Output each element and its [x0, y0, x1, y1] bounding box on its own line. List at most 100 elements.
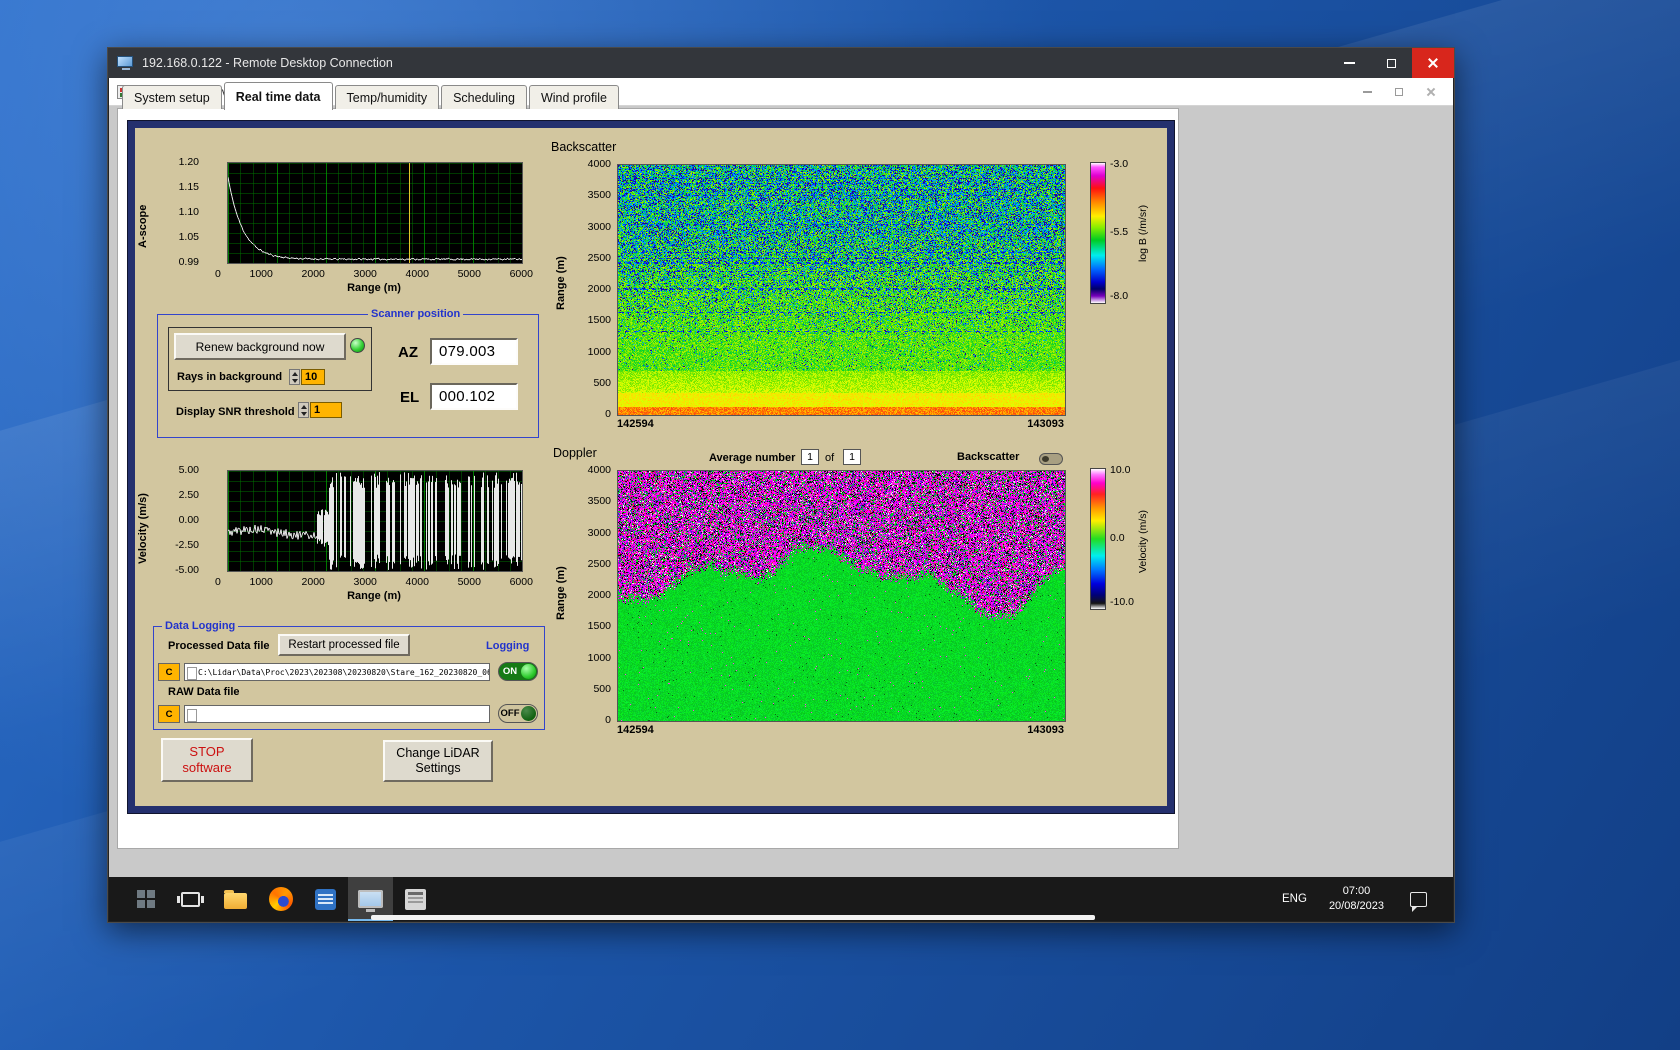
app-close-button[interactable] — [1415, 80, 1447, 104]
background-subgroup: Renew background now Rays in background … — [168, 327, 372, 391]
file-explorer-button[interactable] — [213, 877, 258, 921]
tab-scheduling[interactable]: Scheduling — [441, 85, 527, 109]
firefox-button[interactable] — [258, 877, 303, 921]
snr-spinner[interactable] — [298, 402, 309, 418]
start-button[interactable] — [123, 877, 168, 921]
change-lidar-settings-button[interactable]: Change LiDAR Settings — [383, 740, 493, 782]
tick-label: 4000 — [587, 464, 611, 476]
az-label: AZ — [398, 344, 418, 361]
colorbar-tick: 0.0 — [1110, 532, 1125, 544]
processed-path-field[interactable]: C:\Lidar\Data\Proc\2023\202308\20230820\… — [184, 663, 490, 681]
folder-icon — [224, 889, 247, 909]
processed-drive-button[interactable]: C — [158, 663, 180, 681]
doppler-title: Doppler — [553, 446, 597, 460]
raw-logging-toggle[interactable]: OFF — [498, 704, 538, 723]
backscatter-display-toggle[interactable] — [1039, 453, 1063, 465]
backscatter-ylabel: Range (m) — [555, 256, 567, 310]
tick-label: 0.99 — [178, 256, 199, 268]
taskbar-clock[interactable]: 07:00 20/08/2023 — [1319, 884, 1394, 914]
tick-label: 5.00 — [178, 464, 199, 476]
backscatter-colorbar — [1090, 162, 1106, 304]
raw-drive-button[interactable]: C — [158, 705, 180, 723]
tick-label: 1000 — [249, 268, 273, 280]
snr-value-field[interactable]: 1 — [310, 402, 342, 418]
doppler-plot — [617, 470, 1066, 722]
rdp-window: 192.168.0.122 - Remote Desktop Connectio… — [107, 47, 1455, 923]
el-label: EL — [400, 389, 420, 406]
tick-label: 6000 — [509, 576, 533, 588]
scanner-position-title: Scanner position — [368, 307, 464, 321]
processed-file-label: Processed Data file — [168, 640, 270, 652]
rdp-restore-button[interactable] — [1370, 48, 1412, 78]
front-panel: A-scope 1.20 1.15 1.10 1.05 0.99 0 1000 2000 30… — [128, 121, 1174, 813]
remote-session: StreamLine XR v14-6.vi System setupReal … — [109, 78, 1453, 921]
average-total-field[interactable]: 1 — [843, 449, 861, 465]
desktop: 192.168.0.122 - Remote Desktop Connectio… — [0, 0, 1680, 1050]
average-number-label: Average number — [709, 452, 796, 464]
colorbar-tick: -3.0 — [1110, 158, 1129, 170]
data-logging-group: Data Logging Processed Data file Restart… — [153, 619, 545, 730]
velocity-ylabel: Velocity (m/s) — [137, 493, 149, 565]
editor-icon — [315, 888, 336, 910]
tick-label: -2.50 — [175, 539, 199, 551]
language-indicator[interactable]: ENG — [1272, 893, 1317, 905]
tick-label: 1000 — [587, 651, 611, 664]
remote-desktop-icon — [117, 56, 135, 70]
action-center-button[interactable] — [1396, 891, 1441, 912]
tab-system-setup[interactable]: System setup — [122, 85, 222, 109]
data-logging-title: Data Logging — [162, 619, 239, 633]
tick-label: 3000 — [587, 526, 611, 539]
raw-path-field[interactable] — [184, 705, 490, 723]
renew-background-button[interactable]: Renew background now — [174, 333, 346, 360]
tick-label: 2.50 — [178, 489, 199, 501]
velocity-plot — [227, 470, 523, 572]
tick-label: 3500 — [587, 189, 611, 202]
tick-label: 1000 — [587, 345, 611, 358]
tab-real-time-data[interactable]: Real time data — [223, 82, 333, 110]
backscatter-yticks: 4000 3500 3000 2500 2000 1500 1000 500 0 — [575, 159, 611, 420]
tick-label: 3500 — [587, 495, 611, 508]
tab-bar: System setup Real time data Temp/humidity S… — [122, 82, 621, 110]
doppler-ylabel: Range (m) — [555, 566, 567, 620]
notification-icon — [1410, 891, 1427, 912]
velocity-xlabel: Range (m) — [347, 590, 401, 602]
rays-value-field[interactable]: 10 — [301, 369, 325, 385]
rays-spinner[interactable] — [289, 369, 300, 385]
tick-label: 5000 — [457, 268, 481, 280]
scan-scheduler-icon — [405, 888, 426, 910]
el-field[interactable]: 000.102 — [430, 383, 518, 410]
rdp-close-button[interactable] — [1412, 48, 1454, 78]
tick-label: 500 — [593, 682, 611, 695]
clock-date: 20/08/2023 — [1328, 900, 1384, 912]
background-status-led — [350, 338, 365, 353]
tick-label: 0 — [215, 268, 221, 280]
restart-processed-file-button[interactable]: Restart processed file — [278, 634, 410, 656]
tick-label: 2500 — [587, 557, 611, 570]
rdp-titlebar: 192.168.0.122 - Remote Desktop Connectio… — [108, 48, 1454, 78]
average-number-field[interactable]: 1 — [801, 449, 819, 465]
processed-logging-toggle[interactable]: ON — [498, 662, 538, 681]
tab-wind-profile[interactable]: Wind profile — [528, 85, 619, 109]
app-minimize-button[interactable] — [1351, 80, 1383, 104]
stop-software-button[interactable]: STOP software — [161, 738, 253, 782]
tick-label: 0 — [605, 408, 611, 420]
app-restore-button[interactable] — [1383, 80, 1415, 104]
tick-label: 3000 — [353, 576, 377, 588]
rdp-horizontal-scrollbar[interactable] — [371, 915, 1095, 920]
logging-label: Logging — [486, 640, 530, 652]
ascope-xticks: 0 1000 2000 3000 4000 5000 6000 — [215, 268, 533, 280]
backscatter-toggle-label: Backscatter — [957, 451, 1020, 463]
tab-temp-humidity[interactable]: Temp/humidity — [334, 85, 440, 109]
tick-label: 1.05 — [178, 231, 199, 243]
rdp-minimize-button[interactable] — [1328, 48, 1370, 78]
task-view-icon — [177, 891, 204, 907]
az-field[interactable]: 079.003 — [430, 338, 518, 365]
tick-label: 3000 — [587, 220, 611, 233]
editor-button[interactable] — [303, 877, 348, 921]
colorbar-tick: -10.0 — [1110, 596, 1134, 608]
scanner-position-group: Scanner position Renew background now Ra… — [157, 307, 539, 438]
monitor-icon — [358, 890, 383, 912]
task-view-button[interactable] — [168, 877, 213, 921]
tick-label: 1.20 — [178, 156, 199, 168]
backscatter-time-axis: 142594 143093 — [617, 418, 1064, 430]
